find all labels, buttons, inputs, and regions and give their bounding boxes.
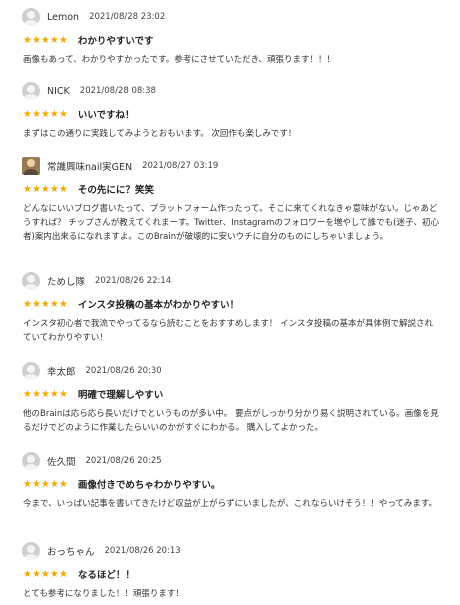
review-rating: ★★★★★ その先にに？笑笑 <box>23 182 154 197</box>
star-rating-icon: ★★★★★ <box>23 34 68 46</box>
review-body: インスタ初心者で我流でやってるなら読むことをおすすめします！ インスタ投稿の基本… <box>23 319 433 343</box>
reviewer-name[interactable]: NICK <box>47 86 70 97</box>
review-header: ためし隊 2021/08/26 22:14 <box>22 270 171 292</box>
review-body: 他のBrainは応ら応ら長いだけでというものが多い中。 要点がしっかり分かり易く… <box>23 409 439 433</box>
review-header: 佐久間 2021/08/26 20:25 <box>22 450 162 472</box>
star-rating-icon: ★★★★★ <box>23 108 68 120</box>
avatar[interactable] <box>22 82 40 100</box>
reviewer-name[interactable]: ためし隊 <box>47 274 85 288</box>
review-title: その先にに？笑笑 <box>77 185 154 196</box>
star-rating-icon: ★★★★★ <box>23 298 68 310</box>
review-rating: ★★★★★ なるほど！！ <box>23 567 135 582</box>
review-body: 今まで、いっぱい記事を書いてきたけど収益が上がらずにいましたが、これならいけそう… <box>23 499 438 509</box>
star-rating-icon: ★★★★★ <box>23 478 68 490</box>
review-header: 幸太郎 2021/08/26 20:30 <box>22 360 162 382</box>
reviewer-name[interactable]: 佐久間 <box>47 454 76 468</box>
review-date: 2021/08/26 20:30 <box>85 366 162 376</box>
star-rating-icon: ★★★★★ <box>23 183 68 195</box>
review-title: いいですね！ <box>77 110 135 121</box>
review-date: 2021/08/26 20:25 <box>85 456 162 466</box>
avatar[interactable] <box>22 157 40 175</box>
review-date: 2021/08/26 22:14 <box>95 276 172 286</box>
reviewer-name[interactable]: 幸太郎 <box>47 364 76 378</box>
review-body: どんなにいいブログ書いたって、プラットフォーム作ったって。そこに来てくれなきゃ意… <box>23 204 439 242</box>
star-rating-icon: ★★★★★ <box>23 568 68 580</box>
review-body: 画像もあって、わかりやすかったです。参考にさせていただき、頑張ります！！！ <box>23 55 336 65</box>
avatar[interactable] <box>22 452 40 470</box>
review-title: 画像付きでめちゃわかりやすい。 <box>77 480 221 491</box>
reviewer-name[interactable]: 常識興味nail実GEN <box>47 159 132 173</box>
review-body: とても参考になりました！！頑張ります！ <box>23 589 184 599</box>
avatar[interactable] <box>22 542 40 560</box>
review-rating: ★★★★★ いいですね！ <box>23 107 135 122</box>
review-date: 2021/08/26 20:13 <box>104 546 181 556</box>
review-title: 明確で理解しやすい <box>77 390 164 401</box>
reviewer-name[interactable]: Lemon <box>47 12 79 23</box>
review-header: Lemon 2021/08/28 23:02 <box>22 6 165 28</box>
review-header: おっちゃん 2021/08/26 20:13 <box>22 540 181 562</box>
review-title: なるほど！！ <box>77 570 135 581</box>
review-header: 常識興味nail実GEN 2021/08/27 03:19 <box>22 155 218 177</box>
avatar[interactable] <box>22 8 40 26</box>
avatar[interactable] <box>22 272 40 290</box>
review-date: 2021/08/28 08:38 <box>79 86 156 96</box>
reviewer-name[interactable]: おっちゃん <box>47 544 95 558</box>
review-rating: ★★★★★ 画像付きでめちゃわかりやすい。 <box>23 477 221 492</box>
review-rating: ★★★★★ インスタ投稿の基本がわかりやすい！ <box>23 297 240 312</box>
review-rating: ★★★★★ わかりやすいです <box>23 33 154 48</box>
avatar[interactable] <box>22 362 40 380</box>
review-body: まずはこの通りに実践してみようとおもいます。 次回作も楽しみです！ <box>23 129 297 139</box>
review-date: 2021/08/28 23:02 <box>89 12 166 22</box>
review-rating: ★★★★★ 明確で理解しやすい <box>23 387 164 402</box>
review-title: わかりやすいです <box>77 36 154 47</box>
review-header: NICK 2021/08/28 08:38 <box>22 80 156 102</box>
review-date: 2021/08/27 03:19 <box>142 161 219 171</box>
review-title: インスタ投稿の基本がわかりやすい！ <box>77 300 240 311</box>
star-rating-icon: ★★★★★ <box>23 388 68 400</box>
